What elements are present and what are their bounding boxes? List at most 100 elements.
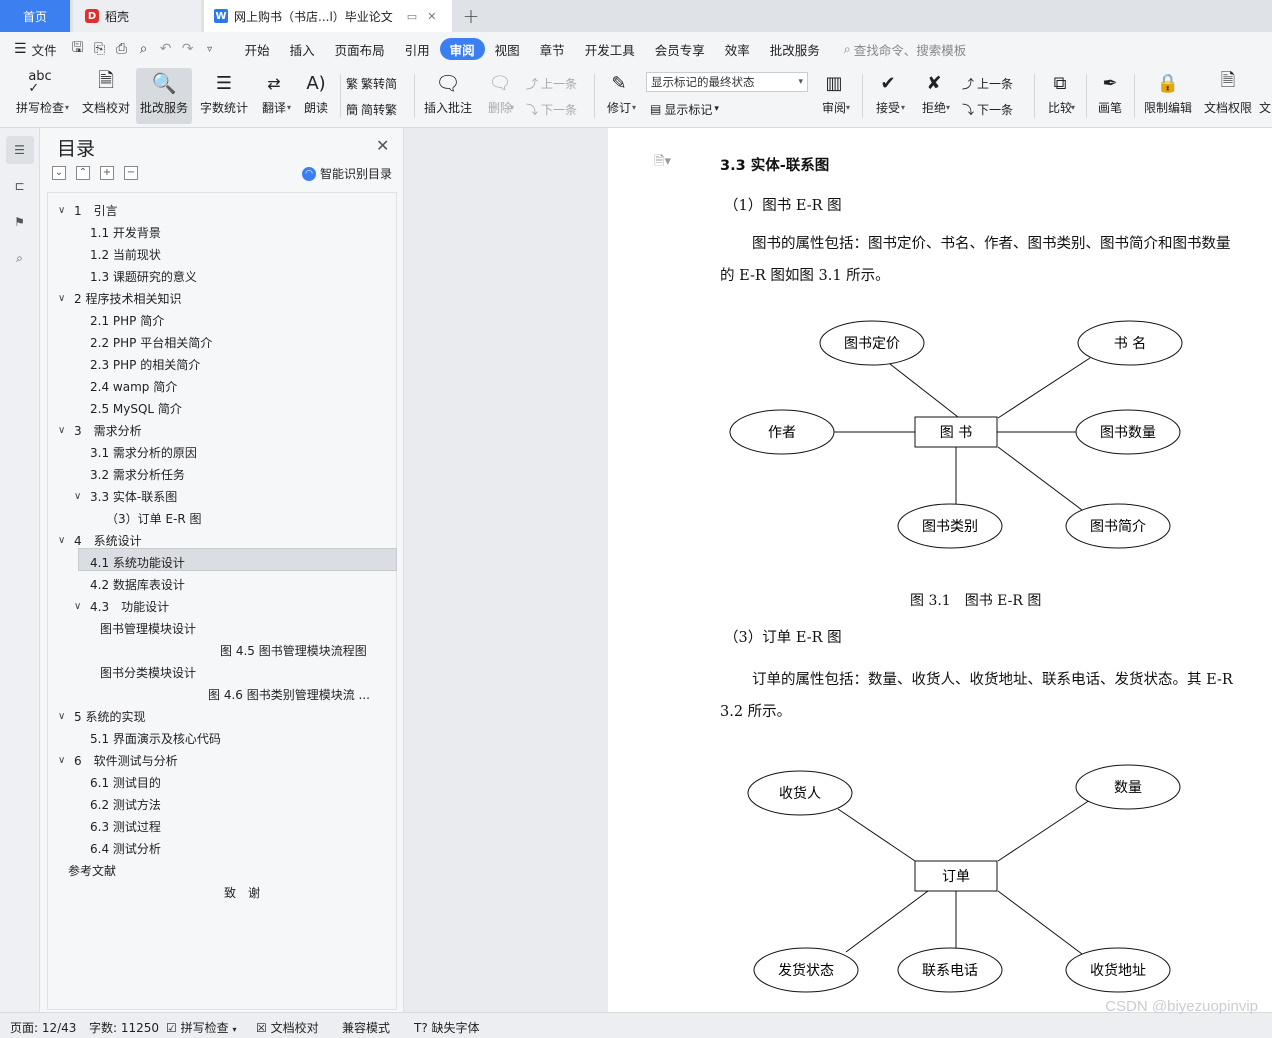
toc-item[interactable]: 3.1 需求分析的原因	[90, 441, 197, 463]
status-proof[interactable]: ☒ 文档校对	[256, 1019, 319, 1036]
undo-icon[interactable]: ↶	[155, 38, 177, 60]
toc-item[interactable]: 6.4 测试分析	[90, 837, 161, 859]
word-count-button[interactable]: ☰ 字数统计	[196, 68, 252, 124]
status-spellcheck[interactable]: ☑ 拼写检查 ▾	[166, 1019, 236, 1036]
find-icon[interactable]: ⌕	[6, 244, 34, 272]
chevron-down-icon[interactable]: ∨	[58, 205, 72, 216]
toc-item[interactable]: 4.1 系统功能设计	[90, 551, 185, 573]
toc-item[interactable]: 图书管理模块设计	[100, 617, 196, 639]
spellcheck-button[interactable]: abc ✓ 拼写检查	[8, 68, 72, 124]
chevron-down-icon[interactable]: ▾	[1071, 103, 1075, 112]
compat-mode[interactable]: 兼容模式	[342, 1019, 390, 1036]
add-level-icon[interactable]: +	[100, 166, 114, 180]
toc-item[interactable]: ∨ 3.3 实体-联系图	[74, 485, 177, 507]
read-aloud-button[interactable]: A) 朗读	[296, 68, 336, 124]
chevron-down-icon[interactable]: ∨	[74, 601, 88, 612]
print-preview-icon[interactable]: ⌕	[133, 38, 155, 60]
customize-toolbar-icon[interactable]: ▿	[199, 38, 221, 60]
menu-devtools[interactable]: 开发工具	[575, 38, 645, 60]
command-search[interactable]: ⌕ 查找命令、搜索模板	[844, 40, 967, 59]
remove-level-icon[interactable]: −	[124, 166, 138, 180]
doc-permission-button[interactable]: 🗎 文档权限	[1200, 68, 1256, 124]
toc-item[interactable]: 参考文献	[68, 859, 116, 881]
expand-up-icon[interactable]: ⌃	[76, 166, 90, 180]
toc-item[interactable]: ∨ 1 引言	[58, 199, 118, 221]
toc-item[interactable]: 2.5 MySQL 简介	[90, 397, 182, 419]
menu-view[interactable]: 视图	[485, 38, 530, 60]
toc-item[interactable]: 5.1 界面演示及核心代码	[90, 727, 221, 749]
toc-item[interactable]: 2.3 PHP 的相关简介	[90, 353, 200, 375]
window-mode-icon[interactable]: ▭	[407, 10, 417, 23]
toc-item[interactable]: 6.3 测试过程	[90, 815, 161, 837]
word-count[interactable]: 字数: 11250	[89, 1019, 159, 1036]
show-markup-button[interactable]: ▤ 显示标记 ▾	[650, 99, 719, 119]
close-icon[interactable]: ✕	[376, 136, 389, 155]
menu-review-service[interactable]: 批改服务	[760, 38, 830, 60]
page-menu-icon[interactable]: 🗎▾	[654, 152, 671, 174]
toc-item[interactable]: 2.4 wamp 简介	[90, 375, 177, 397]
markup-state-select[interactable]: 显示标记的最终状态 ▾	[646, 72, 808, 92]
delete-comment-button[interactable]: 🗨 删除	[480, 68, 520, 124]
chevron-down-icon[interactable]: ∨	[58, 755, 72, 766]
menu-reference[interactable]: 引用	[395, 38, 440, 60]
tab-home[interactable]: 首页	[0, 0, 70, 32]
chevron-down-icon[interactable]: ∨	[58, 293, 72, 304]
pen-button[interactable]: ✒ 画笔	[1092, 68, 1128, 124]
toc-item[interactable]: ∨ 3 需求分析	[58, 419, 142, 441]
chevron-down-icon[interactable]: ∨	[58, 425, 72, 436]
chevron-down-icon[interactable]: ▾	[65, 103, 69, 112]
new-tab-icon[interactable]: +	[456, 0, 486, 32]
insert-comment-button[interactable]: 🗨 插入批注	[420, 68, 476, 124]
translate-button[interactable]: ⇄ 翻译	[256, 68, 292, 124]
accept-button[interactable]: ✔ 接受	[868, 68, 908, 124]
bookmark-icon[interactable]: ⚑	[6, 208, 34, 236]
save-icon[interactable]: 🖫	[67, 38, 89, 60]
print-icon[interactable]: ⎙	[111, 38, 133, 60]
review-pane-button[interactable]: ▥ 审阅	[814, 68, 854, 124]
prev-comment-button[interactable]: ⤴ 上一条	[526, 73, 577, 93]
toc-item[interactable]: 2.1 PHP 简介	[90, 309, 164, 331]
revise-button[interactable]: ✎ 修订	[600, 68, 638, 124]
menu-member[interactable]: 会员专享	[645, 38, 715, 60]
prev-change-button[interactable]: ⤴ 上一条	[962, 73, 1013, 93]
review-service-button[interactable]: 🔍 批改服务	[136, 68, 192, 124]
toc-item[interactable]: 6.1 测试目的	[90, 771, 161, 793]
menu-insert[interactable]: 插入	[280, 38, 325, 60]
chevron-down-icon[interactable]: ▾	[287, 103, 291, 112]
toc-item[interactable]: 图书分类模块设计	[100, 661, 196, 683]
page-indicator[interactable]: 页面: 12/43	[10, 1019, 76, 1036]
tab-document[interactable]: W 网上购书（书店...l）毕业论文 ▭ ✕	[204, 0, 452, 32]
menu-review[interactable]: 审阅	[439, 38, 485, 60]
collapse-all-icon[interactable]: ⌄	[52, 166, 66, 180]
missing-font[interactable]: T? 缺失字体	[414, 1019, 480, 1036]
toc-item[interactable]: ∨ 5 系统的实现	[58, 705, 145, 727]
menu-layout[interactable]: 页面布局	[325, 38, 395, 60]
toc-item[interactable]: 图 4.6 图书类别管理模块流 ...	[208, 683, 370, 705]
toc-item[interactable]: 6.2 测试方法	[90, 793, 161, 815]
toc-item[interactable]: 1.1 开发背景	[90, 221, 161, 243]
chevron-down-icon[interactable]: ▾	[846, 103, 850, 112]
restrict-edit-button[interactable]: 🔒 限制编辑	[1140, 68, 1196, 124]
toc-item[interactable]: （3）订单 E-R 图	[106, 507, 202, 529]
chevron-down-icon[interactable]: ▾	[946, 103, 950, 112]
toc-item[interactable]: 图 4.5 图书管理模块流程图	[220, 639, 367, 661]
menu-efficiency[interactable]: 效率	[715, 38, 760, 60]
compare-button[interactable]: ⧉ 比较	[1040, 68, 1080, 124]
menu-start[interactable]: 开始	[235, 38, 280, 60]
toc-item[interactable]: ∨ 4.3 功能设计	[74, 595, 169, 617]
toc-item[interactable]: 1.3 课题研究的意义	[90, 265, 197, 287]
smart-toc-button[interactable]: ◠ 智能识别目录	[302, 165, 392, 182]
export-pdf-icon[interactable]: ⎘	[89, 38, 111, 60]
toc-item[interactable]: 2.2 PHP 平台相关简介	[90, 331, 212, 353]
toc-item[interactable]: ∨ 4 系统设计	[58, 529, 142, 551]
tab-daoke[interactable]: D 稻壳	[73, 0, 201, 32]
toc-item[interactable]: 致 谢	[224, 881, 260, 903]
next-comment-button[interactable]: ⤵ 下一条	[526, 99, 577, 119]
toc-nav-icon[interactable]: ☰	[5, 136, 34, 164]
next-change-button[interactable]: ⤵ 下一条	[962, 99, 1013, 119]
menu-chapter[interactable]: 章节	[530, 38, 575, 60]
close-tab-icon[interactable]: ✕	[427, 10, 436, 23]
toc-item[interactable]: ∨ 6 软件测试与分析	[58, 749, 178, 771]
chevron-down-icon[interactable]: ▾	[901, 103, 905, 112]
toc-item[interactable]: ∨ 2 程序技术相关知识	[58, 287, 181, 309]
